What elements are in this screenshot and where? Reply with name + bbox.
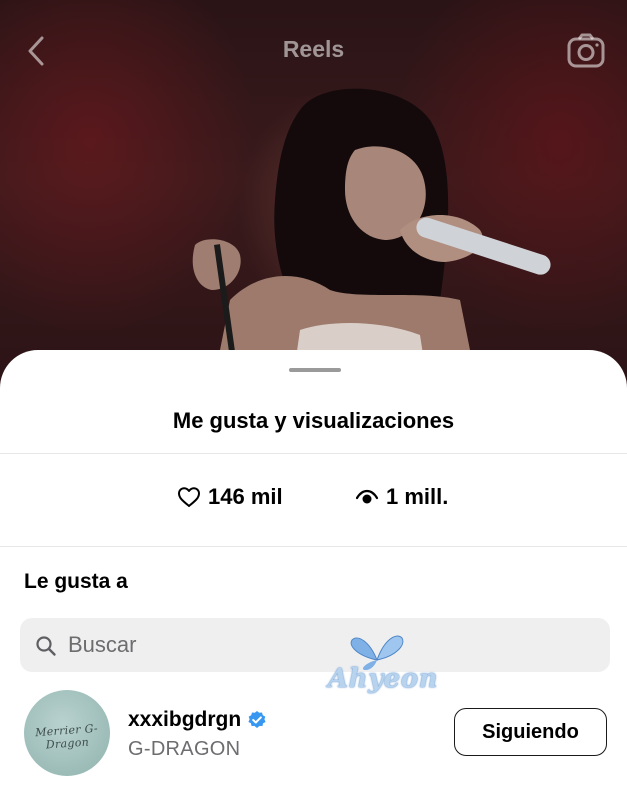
sheet-grabber[interactable] <box>289 368 341 372</box>
divider <box>0 546 627 547</box>
avatar-logo-text: Merrier G-Dragon <box>34 721 99 752</box>
screen: Reels Me gusta y visualizaciones 146 mil <box>0 0 627 788</box>
top-bar: Reels <box>0 0 627 100</box>
camera-icon <box>567 33 605 68</box>
likes-stat: 146 mil <box>177 484 283 510</box>
heart-icon <box>178 487 200 507</box>
views-count: 1 mill. <box>386 484 449 509</box>
views-stat: 1 mill. <box>355 484 448 510</box>
likes-count: 146 mil <box>208 484 283 509</box>
username-text: xxxibgdrgn <box>128 708 242 731</box>
avatar[interactable]: Merrier G-Dragon <box>24 690 110 776</box>
search-bar[interactable] <box>20 618 610 672</box>
likes-sheet: Me gusta y visualizaciones 146 mil 1 mil… <box>0 350 627 788</box>
following-button[interactable]: Siguiendo <box>454 708 607 756</box>
stats-row: 146 mil 1 mill. <box>0 484 627 514</box>
sheet-title: Me gusta y visualizaciones <box>172 408 455 433</box>
search-icon <box>36 636 56 656</box>
divider <box>0 453 627 454</box>
username[interactable]: xxxibgdrgn <box>128 708 267 732</box>
verified-badge-icon <box>248 711 266 728</box>
user-row[interactable]: Merrier G-Dragon xxxibgdrgn G-DRAGON Sig… <box>0 688 627 784</box>
camera-button[interactable] <box>566 32 606 70</box>
section-label: Le gusta a <box>24 570 128 593</box>
eye-icon <box>355 489 379 504</box>
page-title: Reels <box>282 36 345 62</box>
watermark-logo: Ahyeon <box>322 630 437 694</box>
full-name: G-DRAGON <box>128 738 241 760</box>
